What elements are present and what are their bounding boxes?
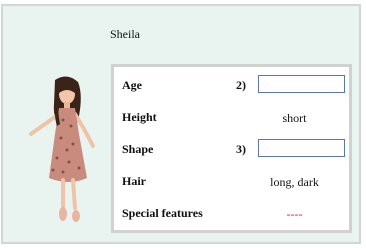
table-row-shape: Shape 3) xyxy=(114,139,349,161)
special-features-label: Special features xyxy=(122,206,203,220)
table-row-age: Age 2) xyxy=(114,75,349,97)
height-value: short xyxy=(282,111,307,125)
table-row-height: Height short xyxy=(114,107,349,129)
age-input[interactable] xyxy=(258,75,345,93)
character-card: Sheila Age 2) Height short Shape 3) Hair… xyxy=(1,4,361,244)
shape-label: Shape xyxy=(122,142,154,156)
height-label: Height xyxy=(122,110,157,124)
girl-figure-image xyxy=(29,76,95,222)
question-number-3: 3) xyxy=(236,142,246,156)
special-features-value: ---- xyxy=(286,207,303,221)
character-name: Sheila xyxy=(110,27,140,41)
table-row-hair: Hair long, dark xyxy=(114,171,349,193)
age-label: Age xyxy=(122,78,142,92)
hair-label: Hair xyxy=(122,174,146,188)
hair-value: long, dark xyxy=(270,175,319,189)
question-number-2: 2) xyxy=(236,78,246,92)
shape-input[interactable] xyxy=(258,139,345,157)
description-table: Age 2) Height short Shape 3) Hair long, … xyxy=(111,64,352,233)
table-row-special-features: Special features ---- xyxy=(114,203,349,225)
